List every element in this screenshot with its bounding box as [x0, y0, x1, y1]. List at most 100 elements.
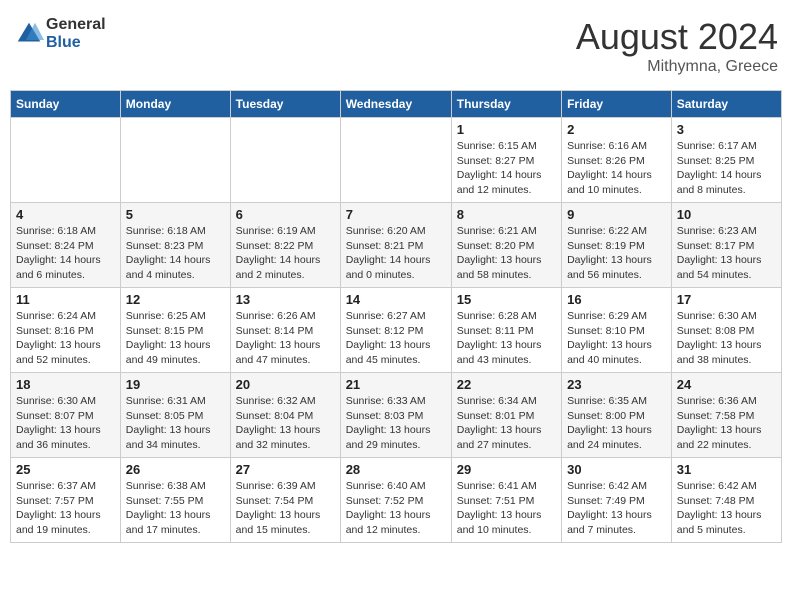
day-number: 26 [126, 462, 225, 477]
location: Mithymna, Greece [576, 58, 778, 76]
day-number: 14 [346, 292, 446, 307]
day-number: 3 [677, 122, 776, 137]
day-number: 4 [16, 207, 115, 222]
day-number: 19 [126, 377, 225, 392]
day-number: 31 [677, 462, 776, 477]
cell-content: Sunrise: 6:29 AM Sunset: 8:10 PM Dayligh… [567, 309, 666, 368]
calendar-cell: 31 Sunrise: 6:42 AM Sunset: 7:48 PM Dayli… [671, 458, 781, 543]
calendar-cell: 29 Sunrise: 6:41 AM Sunset: 7:51 PM Dayli… [451, 458, 561, 543]
calendar-cell: 3 Sunrise: 6:17 AM Sunset: 8:25 PM Daylig… [671, 118, 781, 203]
header-tuesday: Tuesday [230, 91, 340, 118]
cell-content: Sunrise: 6:18 AM Sunset: 8:23 PM Dayligh… [126, 224, 225, 283]
calendar-cell: 8Sunrise: 6:21 AM Sunset: 8:20 PM Daylig… [451, 203, 561, 288]
day-number: 29 [457, 462, 556, 477]
calendar-cell: 9 Sunrise: 6:22 AM Sunset: 8:19 PM Daylig… [562, 203, 672, 288]
cell-content: Sunrise: 6:27 AM Sunset: 8:12 PM Dayligh… [346, 309, 446, 368]
day-number: 7 [346, 207, 446, 222]
day-number: 6 [236, 207, 335, 222]
header-saturday: Saturday [671, 91, 781, 118]
calendar-cell [11, 118, 121, 203]
cell-content: Sunrise: 6:40 AM Sunset: 7:52 PM Dayligh… [346, 479, 446, 538]
day-number: 11 [16, 292, 115, 307]
calendar-cell: 19 Sunrise: 6:31 AM Sunset: 8:05 PM Dayli… [120, 373, 230, 458]
calendar-cell: 30Sunrise: 6:42 AM Sunset: 7:49 PM Dayli… [562, 458, 672, 543]
day-number: 12 [126, 292, 225, 307]
calendar-cell [340, 118, 451, 203]
cell-content: Sunrise: 6:36 AM Sunset: 7:58 PM Dayligh… [677, 394, 776, 453]
calendar-cell: 27 Sunrise: 6:39 AM Sunset: 7:54 PM Dayli… [230, 458, 340, 543]
calendar-week-2: 11 Sunrise: 6:24 AM Sunset: 8:16 PM Dayli… [11, 288, 782, 373]
calendar-cell: 7Sunrise: 6:20 AM Sunset: 8:21 PM Daylig… [340, 203, 451, 288]
day-number: 10 [677, 207, 776, 222]
day-number: 17 [677, 292, 776, 307]
day-number: 20 [236, 377, 335, 392]
cell-content: Sunrise: 6:15 AM Sunset: 8:27 PM Dayligh… [457, 139, 556, 198]
calendar-cell [230, 118, 340, 203]
calendar-cell: 13Sunrise: 6:26 AM Sunset: 8:14 PM Dayli… [230, 288, 340, 373]
calendar-week-0: 1 Sunrise: 6:15 AM Sunset: 8:27 PM Daylig… [11, 118, 782, 203]
cell-content: Sunrise: 6:42 AM Sunset: 7:49 PM Dayligh… [567, 479, 666, 538]
day-number: 16 [567, 292, 666, 307]
calendar-cell: 17 Sunrise: 6:30 AM Sunset: 8:08 PM Dayli… [671, 288, 781, 373]
logo-text: General Blue [46, 16, 106, 51]
cell-content: Sunrise: 6:19 AM Sunset: 8:22 PM Dayligh… [236, 224, 335, 283]
calendar-cell [120, 118, 230, 203]
day-number: 27 [236, 462, 335, 477]
day-number: 13 [236, 292, 335, 307]
logo-general: General [46, 16, 106, 34]
cell-content: Sunrise: 6:22 AM Sunset: 8:19 PM Dayligh… [567, 224, 666, 283]
calendar-cell: 14 Sunrise: 6:27 AM Sunset: 8:12 PM Dayli… [340, 288, 451, 373]
day-number: 1 [457, 122, 556, 137]
calendar-cell: 12 Sunrise: 6:25 AM Sunset: 8:15 PM Dayli… [120, 288, 230, 373]
day-number: 2 [567, 122, 666, 137]
cell-content: Sunrise: 6:16 AM Sunset: 8:26 PM Dayligh… [567, 139, 666, 198]
cell-content: Sunrise: 6:21 AM Sunset: 8:20 PM Dayligh… [457, 224, 556, 283]
calendar-week-4: 25 Sunrise: 6:37 AM Sunset: 7:57 PM Dayli… [11, 458, 782, 543]
calendar-week-3: 18Sunrise: 6:30 AM Sunset: 8:07 PM Dayli… [11, 373, 782, 458]
logo: General Blue [14, 16, 106, 51]
calendar-cell: 16 Sunrise: 6:29 AM Sunset: 8:10 PM Dayli… [562, 288, 672, 373]
header-sunday: Sunday [11, 91, 121, 118]
day-number: 22 [457, 377, 556, 392]
cell-content: Sunrise: 6:30 AM Sunset: 8:08 PM Dayligh… [677, 309, 776, 368]
day-number: 25 [16, 462, 115, 477]
calendar-week-1: 4 Sunrise: 6:18 AM Sunset: 8:24 PM Daylig… [11, 203, 782, 288]
cell-content: Sunrise: 6:38 AM Sunset: 7:55 PM Dayligh… [126, 479, 225, 538]
header-wednesday: Wednesday [340, 91, 451, 118]
cell-content: Sunrise: 6:37 AM Sunset: 7:57 PM Dayligh… [16, 479, 115, 538]
cell-content: Sunrise: 6:18 AM Sunset: 8:24 PM Dayligh… [16, 224, 115, 283]
calendar-cell: 26 Sunrise: 6:38 AM Sunset: 7:55 PM Dayli… [120, 458, 230, 543]
calendar-cell: 4 Sunrise: 6:18 AM Sunset: 8:24 PM Daylig… [11, 203, 121, 288]
cell-content: Sunrise: 6:41 AM Sunset: 7:51 PM Dayligh… [457, 479, 556, 538]
header-monday: Monday [120, 91, 230, 118]
cell-content: Sunrise: 6:24 AM Sunset: 8:16 PM Dayligh… [16, 309, 115, 368]
calendar-cell: 11 Sunrise: 6:24 AM Sunset: 8:16 PM Dayli… [11, 288, 121, 373]
cell-content: Sunrise: 6:31 AM Sunset: 8:05 PM Dayligh… [126, 394, 225, 453]
calendar-cell: 5 Sunrise: 6:18 AM Sunset: 8:23 PM Daylig… [120, 203, 230, 288]
page-header: General Blue August 2024 Mithymna, Greec… [10, 10, 782, 82]
calendar-cell: 23 Sunrise: 6:35 AM Sunset: 8:00 PM Dayli… [562, 373, 672, 458]
day-number: 23 [567, 377, 666, 392]
cell-content: Sunrise: 6:33 AM Sunset: 8:03 PM Dayligh… [346, 394, 446, 453]
calendar-header: SundayMondayTuesdayWednesdayThursdayFrid… [11, 91, 782, 118]
calendar-cell: 15Sunrise: 6:28 AM Sunset: 8:11 PM Dayli… [451, 288, 561, 373]
calendar-cell: 21Sunrise: 6:33 AM Sunset: 8:03 PM Dayli… [340, 373, 451, 458]
cell-content: Sunrise: 6:35 AM Sunset: 8:00 PM Dayligh… [567, 394, 666, 453]
calendar-cell: 2 Sunrise: 6:16 AM Sunset: 8:26 PM Daylig… [562, 118, 672, 203]
logo-icon [14, 19, 44, 49]
calendar-cell: 28Sunrise: 6:40 AM Sunset: 7:52 PM Dayli… [340, 458, 451, 543]
calendar-cell: 6 Sunrise: 6:19 AM Sunset: 8:22 PM Daylig… [230, 203, 340, 288]
calendar-cell: 24Sunrise: 6:36 AM Sunset: 7:58 PM Dayli… [671, 373, 781, 458]
calendar-table: SundayMondayTuesdayWednesdayThursdayFrid… [10, 90, 782, 543]
cell-content: Sunrise: 6:17 AM Sunset: 8:25 PM Dayligh… [677, 139, 776, 198]
cell-content: Sunrise: 6:39 AM Sunset: 7:54 PM Dayligh… [236, 479, 335, 538]
day-number: 5 [126, 207, 225, 222]
title-block: August 2024 Mithymna, Greece [576, 16, 778, 76]
cell-content: Sunrise: 6:25 AM Sunset: 8:15 PM Dayligh… [126, 309, 225, 368]
cell-content: Sunrise: 6:42 AM Sunset: 7:48 PM Dayligh… [677, 479, 776, 538]
header-thursday: Thursday [451, 91, 561, 118]
header-friday: Friday [562, 91, 672, 118]
day-number: 15 [457, 292, 556, 307]
day-number: 9 [567, 207, 666, 222]
calendar-cell: 25 Sunrise: 6:37 AM Sunset: 7:57 PM Dayli… [11, 458, 121, 543]
